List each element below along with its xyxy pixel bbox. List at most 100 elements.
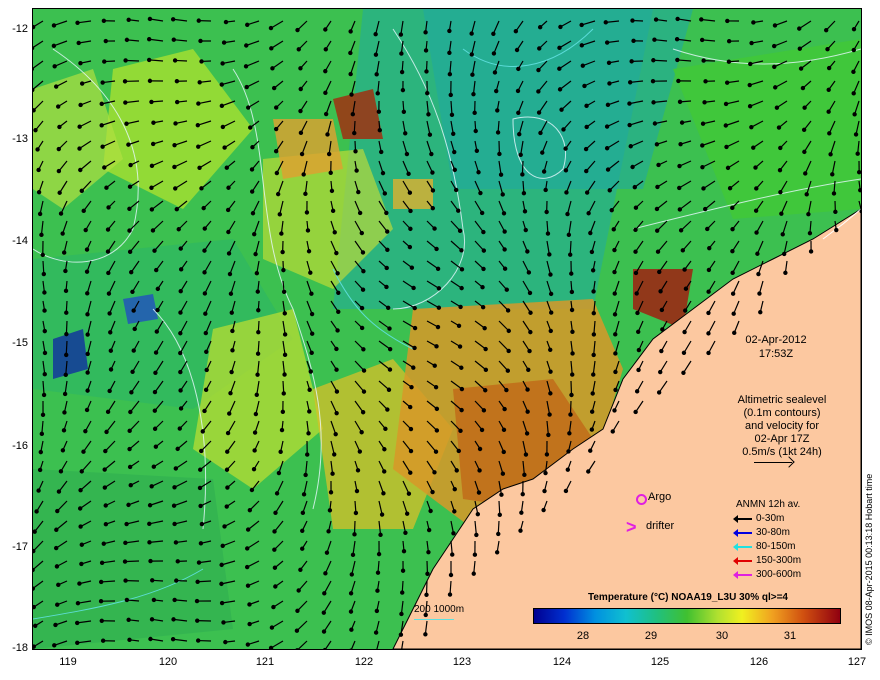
velocity-arrow-head xyxy=(724,80,730,85)
velocity-arrow-head xyxy=(606,60,612,65)
velocity-arrow-head xyxy=(474,532,479,538)
velocity-arrow-head xyxy=(282,311,287,316)
velocity-arrow-head xyxy=(282,352,288,358)
velocity-arrow-head xyxy=(52,643,57,648)
velocity-arrow-head xyxy=(523,227,528,233)
velocity-arrow-head xyxy=(408,448,414,454)
velocity-arrow-head xyxy=(383,426,388,432)
velocity-arrow-head xyxy=(528,310,533,315)
velocity-arrow-head xyxy=(376,551,382,557)
velocity-arrow-head xyxy=(36,167,41,173)
velocity-arrow-head xyxy=(132,326,137,332)
velocity-arrow-head xyxy=(607,81,612,86)
legend-item: 0-30m xyxy=(733,512,801,526)
velocity-arrow-head xyxy=(399,51,404,56)
velocity-arrow-head xyxy=(230,348,235,353)
velocity-arrow-head xyxy=(584,168,589,174)
velocity-arrow-head xyxy=(79,561,84,567)
velocity-arrow-head xyxy=(536,110,542,115)
velocity-arrow-head xyxy=(171,503,177,508)
velocity-arrow-head xyxy=(274,105,279,110)
velocity-arrow-head xyxy=(579,43,585,48)
velocity-arrow-head xyxy=(77,124,82,129)
velocity-arrow-head xyxy=(128,162,133,168)
velocity-arrow-head xyxy=(483,346,488,352)
velocity-arrow-head xyxy=(544,452,550,457)
velocity-arrow-head xyxy=(174,99,180,105)
velocity-arrow-head xyxy=(219,562,224,568)
velocity-arrow-head xyxy=(124,597,130,603)
velocity-arrow-head xyxy=(123,58,128,63)
velocity-arrow-head xyxy=(79,81,85,86)
velocity-arrow-head xyxy=(298,567,303,572)
velocity-arrow-head xyxy=(613,387,618,393)
velocity-arrow-head xyxy=(450,552,455,557)
velocity-arrow-head xyxy=(219,581,224,587)
velocity-arrow-head xyxy=(360,410,366,415)
velocity-arrow-head xyxy=(506,348,511,354)
y-tick-label: -16 xyxy=(12,440,28,452)
velocity-arrow-head xyxy=(497,151,502,157)
velocity-arrow-head xyxy=(245,527,251,532)
velocity-arrow-head xyxy=(99,560,105,566)
velocity-arrow-head xyxy=(679,120,685,125)
velocity-arrow-head xyxy=(248,125,253,130)
velocity-arrow-head xyxy=(107,388,112,394)
velocity-arrow-head xyxy=(326,151,332,157)
colorbar xyxy=(533,608,841,624)
velocity-arrow-head xyxy=(515,88,521,94)
velocity-arrow-head xyxy=(826,65,832,71)
velocity-arrow-head xyxy=(361,368,367,373)
velocity-arrow-head xyxy=(227,411,232,416)
velocity-arrow-head xyxy=(400,590,405,595)
velocity-arrow-head xyxy=(525,249,530,254)
velocity-arrow-head xyxy=(825,46,830,52)
velocity-arrow-head xyxy=(202,248,207,253)
velocity-arrow-head xyxy=(538,130,543,136)
velocity-arrow-head xyxy=(225,485,230,490)
velocity-arrow-head xyxy=(42,328,47,334)
velocity-arrow-head xyxy=(548,347,553,352)
velocity-arrow-head xyxy=(54,564,60,569)
velocity-arrow-head xyxy=(251,466,257,472)
legend-title: ANMN 12h av. xyxy=(736,499,801,510)
velocity-arrow-head xyxy=(583,146,589,152)
velocity-arrow-head xyxy=(348,50,353,56)
velocity-arrow-head xyxy=(494,88,499,94)
velocity-arrow-head xyxy=(700,121,706,126)
velocity-arrow-head xyxy=(425,90,430,96)
velocity-arrow-head xyxy=(108,367,114,372)
velocity-arrow-head xyxy=(411,285,416,291)
velocity-arrow-head xyxy=(153,444,159,449)
velocity-arrow-head xyxy=(326,529,331,534)
velocity-arrow-head xyxy=(271,85,277,91)
velocity-arrow-head xyxy=(496,531,501,537)
velocity-arrow-head xyxy=(361,389,367,394)
velocity-arrow-head xyxy=(108,348,114,353)
velocity-arrow-head xyxy=(202,270,207,275)
velocity-arrow-head xyxy=(178,331,183,336)
velocity-arrow-head xyxy=(540,150,545,155)
velocity-arrow-head xyxy=(502,266,508,271)
velocity-arrow-head xyxy=(245,642,251,647)
velocity-arrow-head xyxy=(373,32,378,37)
argo-label: Argo xyxy=(648,491,672,503)
velocity-arrow-head xyxy=(630,18,635,23)
velocity-arrow-head xyxy=(378,532,383,538)
velocity-arrow-head xyxy=(387,367,393,372)
velocity-arrow-head xyxy=(406,491,412,496)
velocity-arrow-head xyxy=(330,208,336,214)
velocity-arrow-head xyxy=(123,578,128,583)
velocity-arrow-head xyxy=(834,227,839,233)
velocity-arrow-head xyxy=(588,448,593,453)
velocity-arrow-head xyxy=(495,108,500,113)
velocity-arrow-head xyxy=(400,87,406,93)
velocity-arrow-head xyxy=(806,211,811,217)
velocity-arrow-head xyxy=(504,287,509,292)
velocity-arrow-head xyxy=(476,490,482,495)
velocity-arrow-head xyxy=(398,32,404,37)
velocity-arrow-head xyxy=(172,521,177,527)
velocity-arrow-head xyxy=(627,80,633,85)
velocity-arrow-head xyxy=(321,629,327,634)
velocity-arrow-head xyxy=(282,332,288,337)
